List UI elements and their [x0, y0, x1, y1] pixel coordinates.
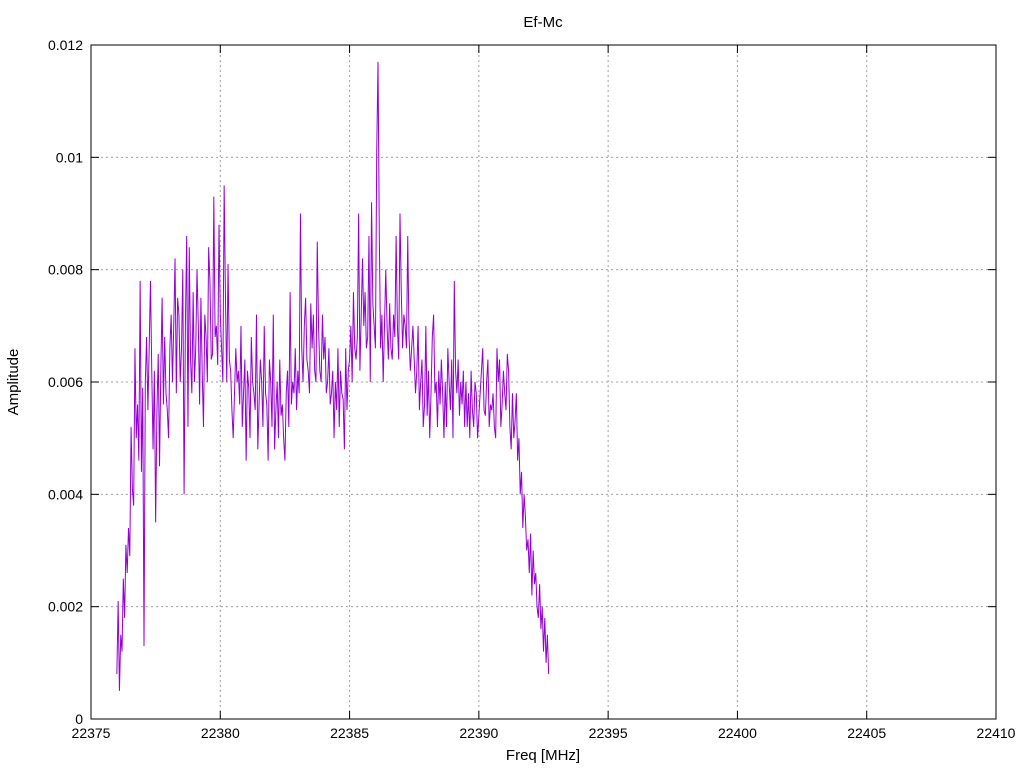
amplitude-chart: 00.0020.0040.0060.0080.010.012 22375 2238… [5, 14, 1016, 764]
x-tick-label: 22400 [718, 725, 757, 741]
series-line [116, 61, 550, 691]
y-tick-label: 0.006 [48, 374, 83, 390]
x-tick-label: 22390 [459, 725, 498, 741]
y-tick-label: 0.012 [48, 37, 83, 53]
x-tick-labels: 22375 22380 22385 22390 22395 22400 22405 22410 [72, 725, 1016, 741]
series-layer [116, 61, 550, 691]
y-tick-label: 0.01 [56, 149, 83, 165]
y-tick-labels: 00.0020.0040.0060.0080.010.012 [48, 37, 83, 727]
x-tick-label: 22410 [977, 725, 1016, 741]
y-tick-label: 0.002 [48, 599, 83, 615]
x-tick-label: 22395 [589, 725, 628, 741]
y-tick-label: 0.004 [48, 486, 83, 502]
x-tick-label: 22380 [201, 725, 240, 741]
chart-title: Ef-Mc [523, 14, 563, 31]
x-axis-title: Freq [MHz] [506, 747, 580, 764]
x-tick-label: 22385 [330, 725, 369, 741]
x-tick-label: 22405 [847, 725, 886, 741]
y-axis-title: Amplitude [5, 349, 22, 416]
x-tick-label: 22375 [72, 725, 111, 741]
y-tick-label: 0.008 [48, 262, 83, 278]
